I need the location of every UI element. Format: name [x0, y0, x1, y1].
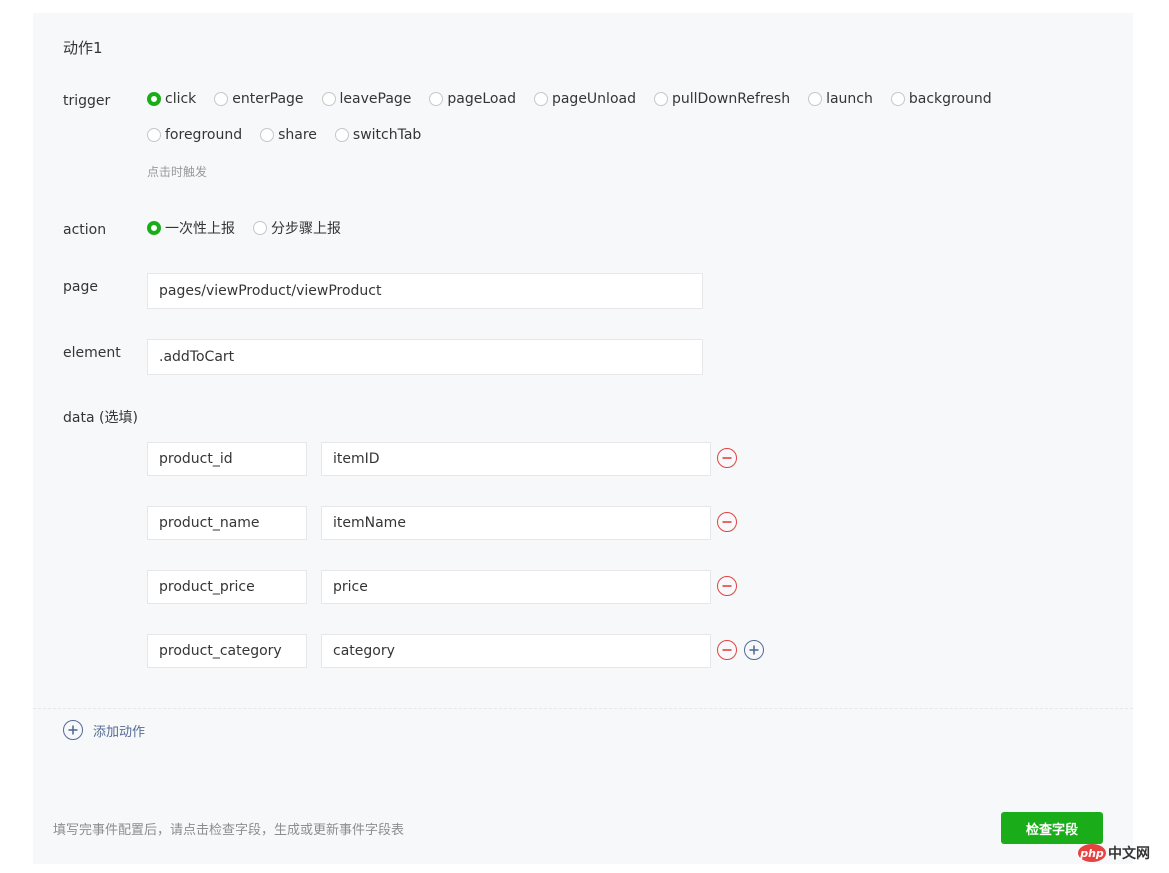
report-mode-options: 一次性上报 分步骤上报	[147, 217, 359, 239]
radio-label: pageUnload	[551, 91, 636, 107]
data-value-input[interactable]	[321, 506, 711, 540]
remove-row-button[interactable]	[717, 640, 737, 660]
radio-label: share	[278, 127, 317, 143]
radio-label: launch	[826, 91, 873, 107]
trigger-options-row1: click enterPage leavePage pageLoad pageUnloa…	[147, 88, 1010, 110]
site-watermark: php 中文网	[1078, 843, 1150, 863]
radio-unchecked-icon	[147, 128, 161, 142]
minus-icon	[722, 649, 732, 651]
radio-trigger-4[interactable]: pageUnload	[533, 91, 636, 107]
minus-icon	[722, 585, 732, 587]
data-key-input[interactable]	[147, 442, 307, 476]
radio-trigger-5[interactable]: pullDownRefresh	[653, 91, 791, 107]
trigger-options-row2: foreground share switchTab	[147, 124, 439, 146]
check-fields-button[interactable]: 检查字段	[1001, 812, 1103, 844]
data-key-input[interactable]	[147, 634, 307, 668]
data-key-input[interactable]	[147, 570, 307, 604]
radio-report-1[interactable]: 分步骤上报	[253, 218, 341, 238]
radio-trigger-1[interactable]: enterPage	[214, 91, 304, 107]
radio-label: enterPage	[232, 91, 304, 107]
remove-row-button[interactable]	[717, 576, 737, 596]
data-key-input[interactable]	[147, 506, 307, 540]
plus-icon	[68, 725, 78, 735]
radio-trigger2-1[interactable]: share	[260, 127, 317, 143]
element-input[interactable]	[147, 339, 703, 375]
radio-label: background	[908, 91, 992, 107]
radio-unchecked-icon	[653, 92, 668, 106]
radio-unchecked-icon	[253, 221, 267, 235]
radio-checked-icon	[147, 221, 161, 235]
add-action-button[interactable]: 添加动作	[63, 720, 145, 740]
minus-icon	[722, 457, 732, 459]
radio-unchecked-icon	[321, 92, 336, 106]
data-label: data (选填)	[63, 410, 138, 426]
radio-unchecked-icon	[214, 92, 229, 106]
radio-trigger-6[interactable]: launch	[808, 91, 873, 107]
radio-label: 分步骤上报	[271, 221, 341, 237]
radio-label: foreground	[165, 127, 243, 143]
watermark-text: 中文网	[1108, 846, 1150, 862]
plus-icon	[749, 645, 759, 655]
radio-label: switchTab	[352, 127, 422, 143]
add-action-icon	[63, 720, 83, 740]
data-value-input[interactable]	[321, 570, 711, 604]
radio-unchecked-icon	[890, 92, 905, 106]
radio-unchecked-icon	[334, 128, 349, 142]
radio-unchecked-icon	[429, 92, 444, 106]
radio-trigger-2[interactable]: leavePage	[321, 91, 412, 107]
trigger-label: trigger	[63, 93, 111, 109]
data-value-input[interactable]	[321, 442, 711, 476]
minus-icon	[722, 521, 732, 523]
action-panel: 动作1 trigger click enterPage leavePage pageL…	[33, 13, 1133, 864]
php-logo-icon: php	[1078, 844, 1106, 862]
radio-label: leavePage	[339, 91, 412, 107]
radio-trigger2-2[interactable]: switchTab	[334, 127, 422, 143]
action-title: 动作1	[63, 39, 103, 57]
data-value-input[interactable]	[321, 634, 711, 668]
radio-label: pullDownRefresh	[671, 91, 791, 107]
radio-checked-icon	[147, 92, 161, 106]
remove-row-button[interactable]	[717, 448, 737, 468]
radio-trigger2-0[interactable]: foreground	[147, 127, 242, 143]
footer-note: 填写完事件配置后，请点击检查字段，生成或更新事件字段表	[53, 823, 405, 838]
radio-trigger-0[interactable]: click	[147, 91, 196, 107]
remove-row-button[interactable]	[717, 512, 737, 532]
radio-label: click	[165, 91, 197, 107]
add-row-button[interactable]	[744, 640, 764, 660]
element-label: element	[63, 345, 121, 361]
trigger-hint: 点击时触发	[147, 165, 208, 179]
page-label: page	[63, 279, 98, 295]
radio-unchecked-icon	[808, 92, 823, 106]
radio-label: 一次性上报	[165, 221, 235, 237]
section-divider	[33, 708, 1133, 709]
radio-unchecked-icon	[533, 92, 548, 106]
action-label: action	[63, 222, 107, 238]
add-action-label: 添加动作	[93, 724, 146, 740]
radio-unchecked-icon	[260, 128, 275, 142]
radio-label: pageLoad	[447, 91, 516, 107]
radio-report-0[interactable]: 一次性上报	[147, 218, 235, 238]
page-input[interactable]	[147, 273, 703, 309]
radio-trigger-3[interactable]: pageLoad	[429, 91, 516, 107]
radio-trigger-7[interactable]: background	[890, 91, 992, 107]
